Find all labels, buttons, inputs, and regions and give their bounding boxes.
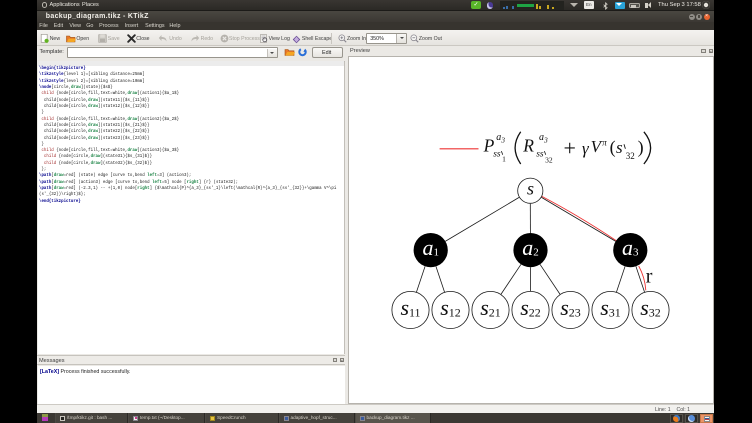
svg-text:s: s [527, 178, 534, 198]
svg-text:a3: a3 [539, 131, 548, 144]
svg-text:R: R [522, 135, 534, 155]
svg-text:s: s [616, 137, 623, 156]
svg-text:32: 32 [626, 150, 635, 160]
svg-text:γ: γ [582, 138, 590, 157]
svg-text:+: + [564, 135, 576, 160]
svg-text:ss1: ss 1 [493, 149, 506, 163]
svg-text:π: π [602, 137, 607, 147]
svg-text:r: r [646, 265, 653, 287]
svg-text:): ) [638, 136, 644, 157]
svg-text:a3: a3 [496, 131, 505, 144]
svg-text:(: ( [610, 136, 616, 157]
